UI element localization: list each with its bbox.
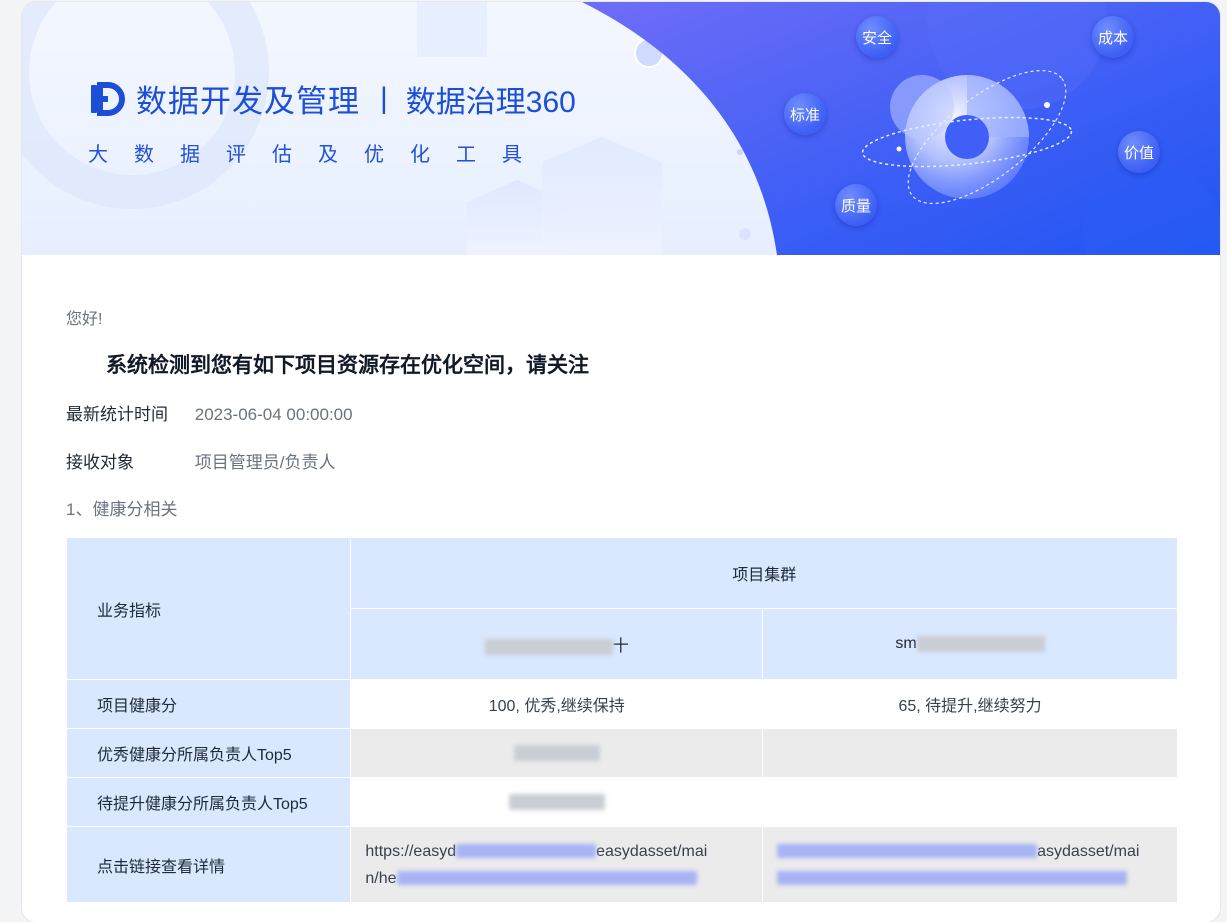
cluster-col-1: 十 (350, 608, 764, 680)
greeting: 您好! (66, 311, 103, 328)
link-text[interactable]: https://easyd (365, 843, 456, 860)
top-excellent-c1 (350, 728, 764, 778)
bubble-cost: 成本 (1092, 16, 1134, 58)
link-line-2[interactable]: n/he (365, 865, 762, 892)
brand-row: 数据开发及管理 | 数据治理360 (88, 76, 576, 121)
redacted-text (513, 744, 600, 761)
metric-header: 业务指标 (65, 537, 352, 680)
detail-link-c2[interactable]: asydasset/mai (762, 826, 1178, 903)
link-text[interactable]: n/he (365, 870, 396, 887)
brand-logo-icon (91, 81, 125, 116)
row-label-top-improve: 待提升健康分所属负责人Top5 (65, 777, 352, 827)
table-row-health: 项目健康分 100, 优秀,继续保持 65, 待提升,继续努力 (65, 679, 1178, 729)
redacted-text (777, 844, 1038, 859)
stat-time-value: 2023-06-04 00:00:00 (194, 405, 353, 424)
stat-time-label: 最新统计时间 (66, 405, 168, 424)
table-header-row: 业务指标 项目集群 (65, 537, 1178, 680)
brand-separator: | (380, 81, 388, 115)
top-improve-c1 (350, 777, 764, 827)
banner: 数据开发及管理 | 数据治理360 大数据评估及优化工具 安全 成本 标准 价值… (22, 2, 1220, 255)
cluster-col-2-visible: sm (895, 635, 917, 652)
bubble-quality: 质量 (835, 184, 877, 226)
row-label-link: 点击链接查看详情 (65, 826, 352, 903)
brand-title: 数据开发及管理 (136, 84, 360, 119)
health-score-c1: 100, 优秀,继续保持 (350, 679, 764, 729)
redacted-text (777, 871, 1128, 886)
recipient-value: 项目管理员/负责人 (194, 453, 336, 472)
row-label-top-excellent: 优秀健康分所属负责人Top5 (65, 728, 352, 778)
bubble-value: 价值 (1118, 131, 1160, 173)
email-card: 数据开发及管理 | 数据治理360 大数据评估及优化工具 安全 成本 标准 价值… (22, 2, 1220, 922)
bubble-safety: 安全 (856, 16, 898, 58)
row-label-health: 项目健康分 (65, 679, 352, 729)
link-text[interactable]: asydasset/mai (1037, 843, 1139, 860)
detail-link-c1[interactable]: https://easyd easydasset/mai n/he (350, 826, 764, 903)
top-improve-c2 (762, 777, 1178, 827)
redacted-text (484, 638, 613, 655)
headline: 系统检测到您有如下项目资源存在优化空间，请关注 (106, 354, 589, 377)
link-line-2[interactable] (777, 865, 1177, 892)
redacted-text (396, 871, 697, 886)
group-header: 项目集群 (350, 537, 1178, 609)
banner-art (22, 2, 1220, 255)
cluster-col-1-visible: 十 (612, 638, 629, 655)
brand-subtitle: 数据治理360 (405, 85, 576, 119)
table-row-top-excellent: 优秀健康分所属负责人Top5 (65, 728, 1178, 778)
table-row-top-improve: 待提升健康分所属负责人Top5 (65, 777, 1178, 827)
health-score-table: 业务指标 项目集群 十 sm 项目健康分 100, 优秀,继续保持 65, 待提… (65, 537, 1178, 903)
recipient-row: 接收对象 项目管理员/负责人 (66, 448, 335, 473)
redacted-text (508, 793, 605, 810)
tagline: 大数据评估及优化工具 (88, 144, 548, 166)
redacted-text (456, 844, 597, 859)
recipient-label: 接收对象 (66, 453, 134, 472)
top-excellent-c2 (762, 728, 1178, 778)
cluster-col-2: sm (762, 608, 1178, 680)
link-line-1[interactable]: https://easyd easydasset/mai (365, 838, 762, 865)
redacted-text (916, 635, 1045, 652)
stat-time-row: 最新统计时间 2023-06-04 00:00:00 (66, 400, 353, 425)
section-title: 1、健康分相关 (66, 500, 178, 519)
link-text[interactable]: easydasset/mai (596, 843, 707, 860)
table-row-link: 点击链接查看详情 https://easyd easydasset/mai n/h… (65, 826, 1178, 903)
bubble-standard: 标准 (784, 93, 826, 135)
link-line-1[interactable]: asydasset/mai (777, 838, 1177, 865)
health-score-c2: 65, 待提升,继续努力 (762, 679, 1178, 729)
